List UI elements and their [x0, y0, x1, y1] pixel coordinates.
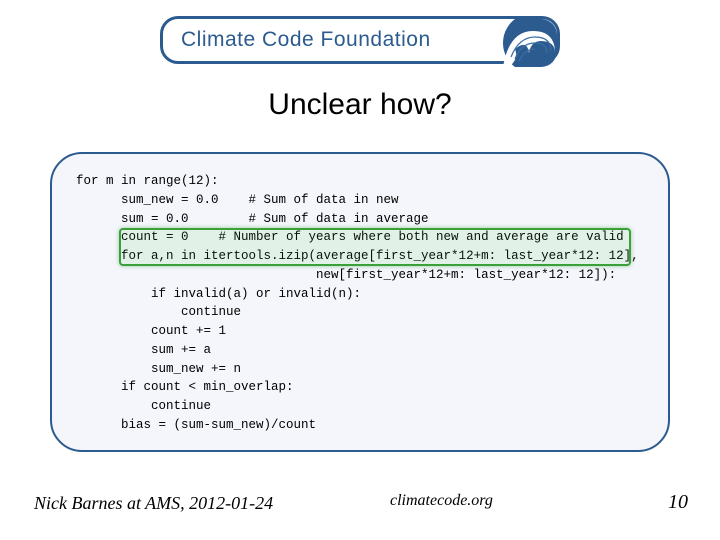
- logo-text: Climate Code Foundation: [181, 28, 431, 52]
- footer-page-number: 10: [668, 491, 688, 514]
- slide: Climate Code Foundation Unclear how? for…: [0, 0, 720, 540]
- slide-title: Unclear how?: [0, 88, 720, 122]
- code-card: for m in range(12): sum_new = 0.0 # Sum …: [50, 152, 670, 452]
- footer-url: climatecode.org: [390, 492, 493, 510]
- footer-author-date: Nick Barnes at AMS, 2012-01-24: [34, 493, 273, 514]
- logo-pill: Climate Code Foundation: [160, 16, 560, 64]
- logo-banner: Climate Code Foundation: [160, 16, 560, 64]
- code-block: for m in range(12): sum_new = 0.0 # Sum …: [76, 172, 644, 435]
- wave-icon: [459, 17, 559, 69]
